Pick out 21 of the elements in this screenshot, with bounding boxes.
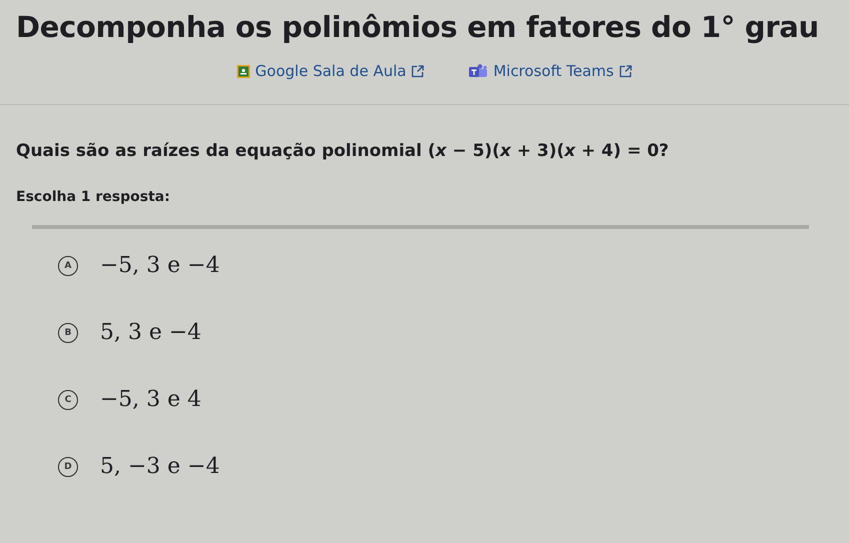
question-text: Quais são as raízes da equação polinomial (x − 5)(x + 3)(x + 4) = 0?	[16, 141, 670, 161]
answer-choice[interactable]: A −5, 3 e −4	[46, 243, 809, 288]
answer-choice[interactable]: B 5, 3 e −4	[46, 310, 809, 355]
share-link[interactable]: Google Sala de Aula	[237, 62, 424, 80]
choice-letter: A	[58, 256, 78, 276]
choice-letter: D	[58, 456, 78, 476]
choice-text: 5, −3 e −4	[100, 454, 220, 479]
exercise-title: Decomponha os polinômios em fatores do 1° grau	[16, 10, 820, 44]
answer-choice[interactable]: C −5, 3 e 4	[46, 377, 809, 422]
choice-text: 5, 3 e −4	[100, 320, 202, 345]
choice-letter: B	[58, 322, 78, 342]
share-link[interactable]: Microsoft Teams	[468, 62, 632, 80]
choice-text: −5, 3 e −4	[100, 253, 220, 278]
external-link-icon	[618, 64, 632, 78]
choice-text: −5, 3 e 4	[100, 387, 202, 412]
external-link-icon	[411, 64, 424, 78]
choice-letter: C	[58, 390, 78, 410]
classroom-icon	[237, 64, 250, 78]
instruction-text: Escolha 1 resposta:	[16, 189, 171, 205]
teams-icon	[468, 64, 488, 78]
answer-choice[interactable]: D 5, −3 e −4	[46, 444, 809, 489]
